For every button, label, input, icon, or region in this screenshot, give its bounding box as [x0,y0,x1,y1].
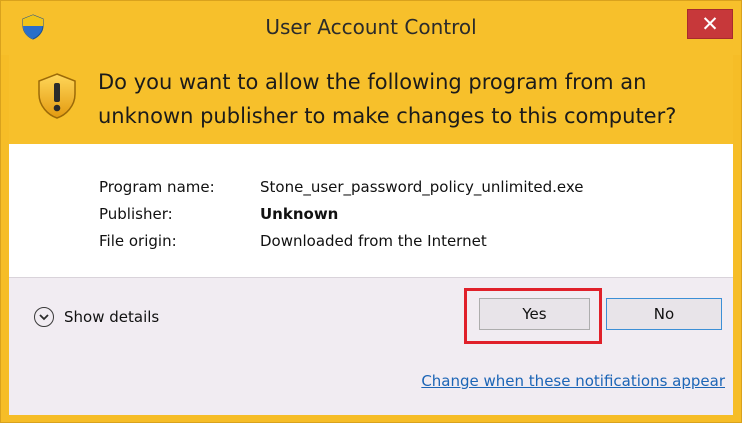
uac-dialog: User Account Control ✕ Do you want to al… [0,0,742,423]
close-icon: ✕ [701,12,719,36]
program-name-label: Program name: [99,178,215,196]
file-origin-value: Downloaded from the Internet [260,232,487,250]
publisher-value: Unknown [260,205,339,223]
dialog-footer: Show details Yes No Change when these no… [9,277,733,415]
window-title: User Account Control [265,15,477,39]
publisher-label: Publisher: [99,205,173,223]
file-origin-label: File origin: [99,232,177,250]
no-button[interactable]: No [606,298,722,330]
chevron-down-icon [34,307,54,327]
title-bar: User Account Control ✕ [1,1,741,55]
close-button[interactable]: ✕ [687,9,733,39]
program-info: Program name: Stone_user_password_policy… [9,144,733,277]
yes-button-highlight [464,288,602,344]
show-details-button[interactable]: Show details [34,307,159,327]
program-name-value: Stone_user_password_policy_unlimited.exe [260,178,584,196]
warning-banner: Do you want to allow the following progr… [9,55,733,144]
prompt-question: Do you want to allow the following progr… [98,70,677,128]
warning-shield-icon [37,72,77,120]
change-notifications-link[interactable]: Change when these notifications appear [421,372,725,390]
show-details-label: Show details [64,308,160,326]
